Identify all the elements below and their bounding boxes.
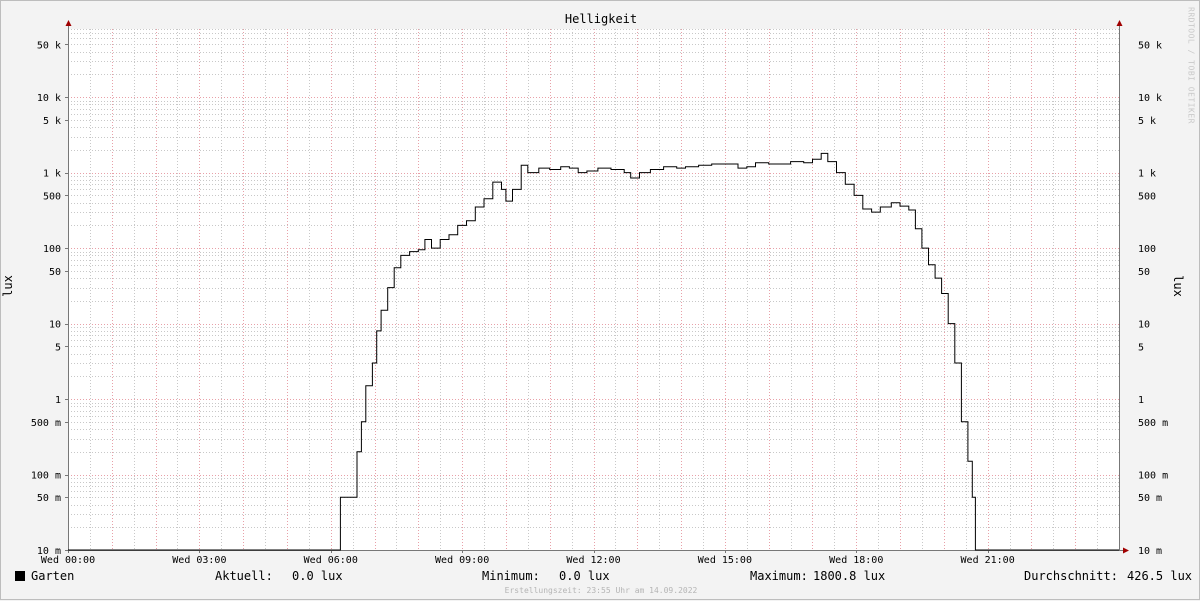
chart-frame: 10 m 10 m 50 m 50 m 100 m 100 m 500 m 500 m1155…: [0, 0, 1200, 600]
y-tick-label-right: 50 m: [1138, 493, 1162, 504]
x-tick-label: Wed 15:00: [698, 555, 752, 566]
y-tick-label-left: 50: [49, 267, 61, 278]
y-tick-label-right: 5: [1138, 342, 1144, 353]
y-tick-label-right: 10 m: [1138, 546, 1162, 557]
y-tick-label-left: 10 k: [37, 93, 61, 104]
y-tick-label-right: 50 k: [1138, 40, 1162, 51]
rrdtool-watermark: RRDTOOL / TOBI OETIKER: [1186, 7, 1196, 124]
chart-title: Helligkeit: [564, 12, 638, 26]
x-tick-label: Wed 06:00: [304, 555, 358, 566]
x-tick-label: Wed 18:00: [829, 555, 883, 566]
y-tick-label-left: 50 k: [37, 40, 61, 51]
y-axis-label-right: lux: [1170, 275, 1185, 297]
chart-svg: 10 m 10 m50 m 50 m100 m 100 m500 m 500 m1 15 5…: [31, 20, 1168, 566]
y-tick-label-left: 5: [55, 342, 61, 353]
maximum-value: 1800.8 lux: [813, 569, 886, 583]
y-tick-label-right: 500: [1138, 191, 1156, 202]
x-tick-label: Wed 00:00: [41, 555, 95, 566]
y-tick-label-left: 500 m: [31, 418, 61, 429]
legend-swatch: [15, 571, 25, 581]
y-tick-label-right: 1 k: [1138, 169, 1156, 180]
aktuell-value: 0.0 lux: [292, 569, 343, 583]
x-tick-label: Wed 03:00: [172, 555, 226, 566]
y-tick-label-left: 5 k: [43, 116, 61, 127]
y-tick-label-left: 10: [49, 320, 61, 331]
minimum-label: Minimum:: [482, 569, 540, 583]
durchschnitt-value: 426.5 lux: [1127, 569, 1193, 583]
y-tick-label-left: 100 m: [31, 471, 61, 482]
y-tick-label-right: 100: [1138, 244, 1156, 255]
aktuell-label: Aktuell:: [215, 569, 273, 583]
y-tick-label-right: 100 m: [1138, 471, 1168, 482]
y-tick-label-right: 500 m: [1138, 418, 1168, 429]
footer-timestamp: Erstellungszeit: 23:55 Uhr am 14.09.2022: [504, 586, 698, 595]
y-tick-label-right: 10: [1138, 320, 1150, 331]
y-tick-label-left: 1 k: [43, 169, 61, 180]
x-tick-label: Wed 21:00: [961, 555, 1015, 566]
legend: Garten Aktuell: 0.0 lux Minimum: 0.0 lux…: [1, 569, 1200, 585]
durchschnitt-label: Durchschnitt:: [1024, 569, 1118, 583]
x-axis-arrow: [1123, 547, 1129, 554]
plot-area: [68, 29, 1119, 550]
y-tick-label-left: 1: [55, 395, 61, 406]
y-tick-label-right: 50: [1138, 267, 1150, 278]
y-tick-label-left: 500: [43, 191, 61, 202]
y-tick-label-right: 1: [1138, 395, 1144, 406]
y-axis-label-left: lux: [0, 275, 15, 297]
y-tick-label-right: 5 k: [1138, 116, 1156, 127]
legend-series-name: Garten: [31, 569, 75, 583]
y-tick-label-right: 10 k: [1138, 93, 1162, 104]
minimum-value: 0.0 lux: [559, 569, 610, 583]
x-tick-label: Wed 09:00: [435, 555, 489, 566]
maximum-label: Maximum:: [750, 569, 808, 583]
x-tick-label: Wed 12:00: [566, 555, 620, 566]
y-tick-label-left: 100: [43, 244, 61, 255]
y-tick-label-left: 50 m: [37, 493, 61, 504]
